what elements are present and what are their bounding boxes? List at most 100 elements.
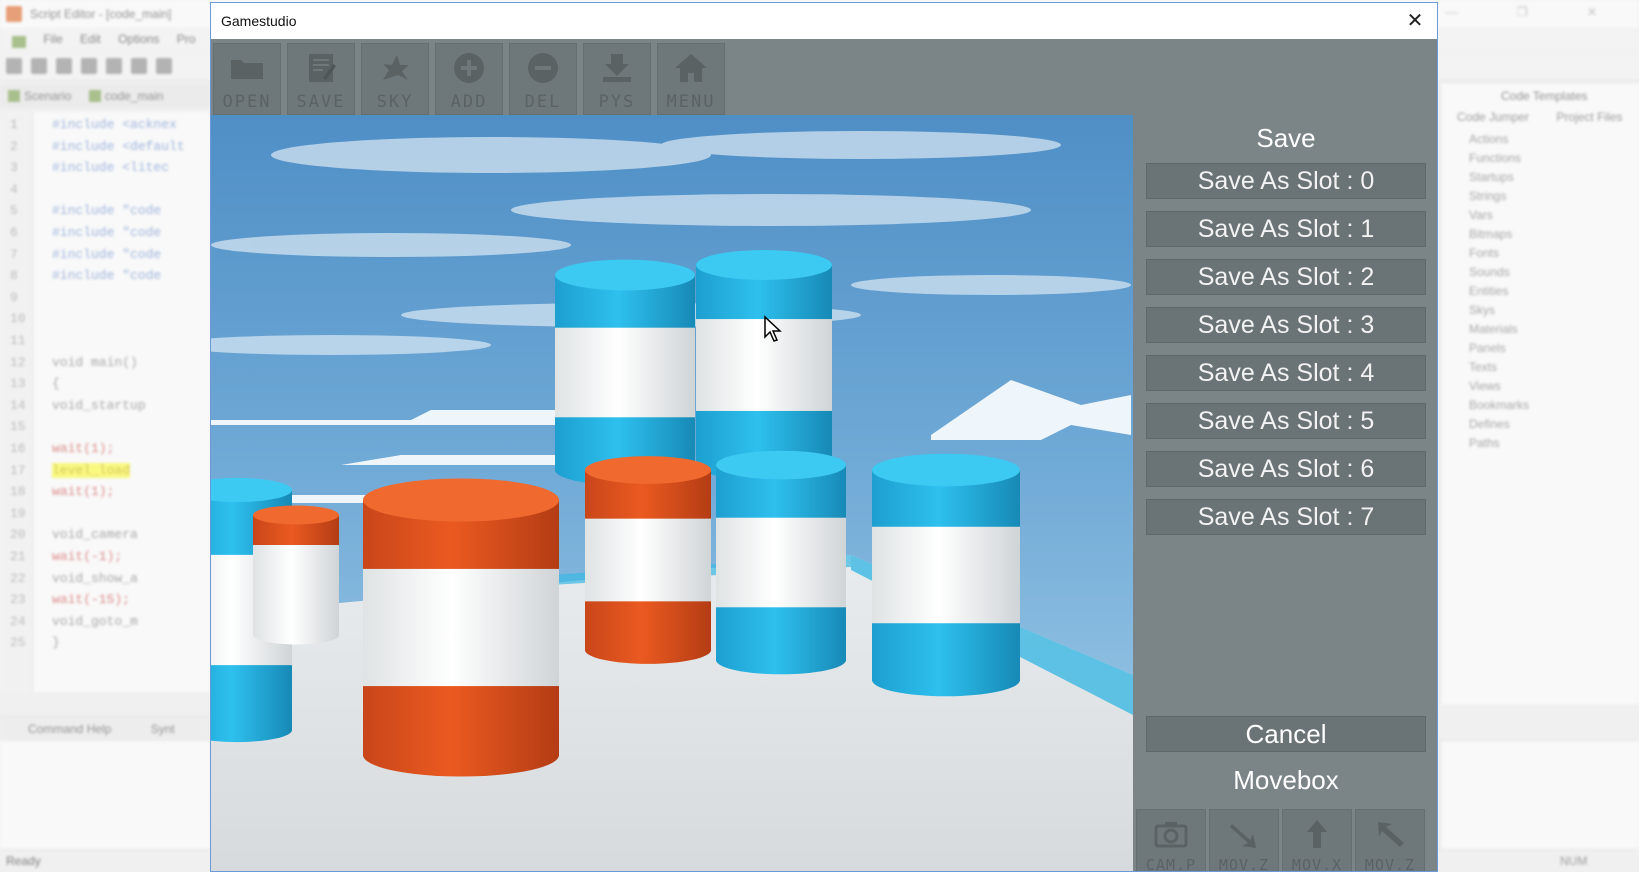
open-button[interactable]: OPEN xyxy=(213,43,281,115)
code-line[interactable]: 5 #include "code xyxy=(0,200,210,222)
editor-window-controls[interactable]: — ❐ ✕ xyxy=(1446,5,1625,19)
save-file-icon[interactable] xyxy=(56,58,72,74)
line-text: wait(1); xyxy=(52,441,115,456)
code-line[interactable]: 17 level_load xyxy=(0,460,210,482)
line-number: 4 xyxy=(10,181,18,197)
template-item[interactable]: Strings xyxy=(1469,189,1639,208)
new-file-icon[interactable] xyxy=(6,58,22,74)
num-lock-indicator: NUM xyxy=(1560,854,1588,868)
paste-icon[interactable] xyxy=(106,58,122,74)
move-z-down-button[interactable]: MOV.Z xyxy=(1209,809,1279,871)
sky-button[interactable]: SKY xyxy=(361,43,429,115)
code-line[interactable]: 10 xyxy=(0,308,210,330)
template-item[interactable]: Skys xyxy=(1469,303,1639,322)
copy-icon[interactable] xyxy=(81,58,97,74)
code-line[interactable]: 13 { xyxy=(0,373,210,395)
tab-syntax[interactable]: Synt xyxy=(151,722,175,736)
editor-menu-icon xyxy=(12,35,26,48)
code-line[interactable]: 11 xyxy=(0,330,210,352)
save-slot-2-button[interactable]: Save As Slot : 2 xyxy=(1146,259,1426,295)
cut-icon[interactable] xyxy=(156,58,172,74)
save-slot-7-button[interactable]: Save As Slot : 7 xyxy=(1146,499,1426,535)
editor-tab-code-main[interactable]: code_main xyxy=(88,89,163,103)
template-item[interactable]: Texts xyxy=(1469,360,1639,379)
game-toolbar: OPEN SAVE SKY ADD DEL PYS MENU xyxy=(211,39,1437,115)
camera-position-button[interactable]: CAM.P xyxy=(1136,809,1206,872)
template-item[interactable]: Bitmaps xyxy=(1469,227,1639,246)
code-line[interactable]: 20 void_camera xyxy=(0,524,210,546)
tab-project-files[interactable]: Project Files xyxy=(1556,110,1622,124)
template-item[interactable]: Paths xyxy=(1469,436,1639,455)
code-area[interactable]: 1 #include <acknex 2 #include <default 3 #inc… xyxy=(0,112,210,692)
code-line[interactable]: 1 #include <acknex xyxy=(0,114,210,136)
3d-viewport[interactable] xyxy=(211,115,1133,871)
code-line[interactable]: 9 xyxy=(0,287,210,309)
template-item[interactable]: Views xyxy=(1469,379,1639,398)
save-toolbar-button[interactable]: SAVE xyxy=(287,43,355,115)
menu-button[interactable]: MENU xyxy=(657,43,725,115)
barrel-orange-white xyxy=(253,505,339,645)
line-number: 7 xyxy=(10,246,18,262)
template-item[interactable]: Entities xyxy=(1469,284,1639,303)
code-line[interactable]: 12 void main() xyxy=(0,352,210,374)
template-item[interactable]: Actions xyxy=(1469,132,1639,151)
template-item[interactable]: Bookmarks xyxy=(1469,398,1639,417)
movebox-title: Movebox xyxy=(1233,765,1339,795)
code-line[interactable]: 21 wait(-1); xyxy=(0,546,210,568)
code-line[interactable]: 15 xyxy=(0,416,210,438)
line-text: void_goto_m xyxy=(52,613,138,629)
move-x-button[interactable]: MOV.X xyxy=(1282,809,1352,871)
line-text: void_camera xyxy=(52,527,138,543)
save-slot-6-button[interactable]: Save As Slot : 6 xyxy=(1146,451,1426,487)
code-line[interactable]: 3 #include <litec xyxy=(0,157,210,179)
template-item[interactable]: Fonts xyxy=(1469,246,1639,265)
template-item[interactable]: Sounds xyxy=(1469,265,1639,284)
open-file-icon[interactable] xyxy=(31,58,47,74)
line-text: void_startup xyxy=(52,397,146,413)
template-item[interactable]: Startups xyxy=(1469,170,1639,189)
line-number: 8 xyxy=(10,268,18,284)
add-button[interactable]: ADD xyxy=(435,43,503,115)
code-line[interactable]: 2 #include <default xyxy=(0,136,210,158)
delete-button[interactable]: DEL xyxy=(509,43,577,115)
tab-code-jumper[interactable]: Code Jumper xyxy=(1457,110,1529,124)
code-line[interactable]: 23 wait(-15); xyxy=(0,589,210,611)
save-slot-1-button[interactable]: Save As Slot : 1 xyxy=(1146,211,1426,247)
code-line[interactable]: 18 wait(1); xyxy=(0,481,210,503)
cancel-button[interactable]: Cancel xyxy=(1146,716,1426,752)
line-text: #include <acknex xyxy=(52,117,177,132)
code-line[interactable]: 16 wait(1); xyxy=(0,438,210,460)
template-item[interactable]: Functions xyxy=(1469,151,1639,170)
code-line[interactable]: 19 xyxy=(0,503,210,525)
code-line[interactable]: 22 void_show_a xyxy=(0,568,210,590)
code-line[interactable]: 6 #include "code xyxy=(0,222,210,244)
close-button[interactable]: ✕ xyxy=(1403,9,1427,33)
code-line[interactable]: 24 void_goto_m xyxy=(0,611,210,633)
editor-tab-scenario[interactable]: Scenario xyxy=(8,89,71,103)
code-line[interactable]: 4 xyxy=(0,179,210,201)
code-line[interactable]: 8 #include "code xyxy=(0,265,210,287)
template-item[interactable]: Materials xyxy=(1469,322,1639,341)
template-item[interactable]: Defines xyxy=(1469,417,1639,436)
template-item[interactable]: Panels xyxy=(1469,341,1639,360)
tab-command-help[interactable]: Command Help xyxy=(28,722,111,736)
code-line[interactable]: 7 #include "code xyxy=(0,244,210,266)
template-item[interactable]: Vars xyxy=(1469,208,1639,227)
code-line[interactable]: 14 void_startup xyxy=(0,395,210,417)
code-line[interactable]: 25} xyxy=(0,632,210,654)
menu-file[interactable]: File xyxy=(43,32,62,46)
save-slot-0-button[interactable]: Save As Slot : 0 xyxy=(1146,163,1426,199)
line-number: 10 xyxy=(10,311,26,327)
move-z-up-button[interactable]: MOV.Z xyxy=(1355,809,1425,871)
home-icon xyxy=(675,54,707,82)
menu-project[interactable]: Pro xyxy=(177,32,196,46)
camera-position-label: CAM.P xyxy=(1145,856,1197,872)
save-slot-3-button[interactable]: Save As Slot : 3 xyxy=(1146,307,1426,343)
delete-label: DEL xyxy=(524,92,562,112)
menu-edit[interactable]: Edit xyxy=(80,32,101,46)
undo-icon[interactable] xyxy=(131,58,147,74)
menu-options[interactable]: Options xyxy=(118,32,159,46)
save-slot-4-button[interactable]: Save As Slot : 4 xyxy=(1146,355,1426,391)
physics-button[interactable]: PYS xyxy=(583,43,651,115)
save-slot-5-button[interactable]: Save As Slot : 5 xyxy=(1146,403,1426,439)
